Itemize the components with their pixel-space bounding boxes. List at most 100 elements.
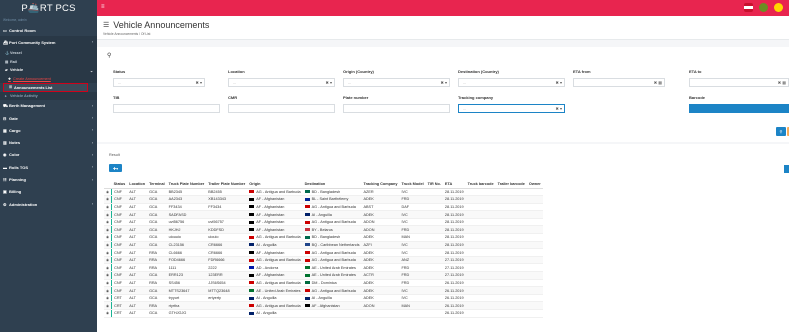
clear-icon[interactable]: ✖ ▾ — [556, 80, 562, 85]
user-icon[interactable] — [774, 3, 783, 12]
column-header[interactable]: TIR No. — [425, 180, 443, 189]
eye-icon[interactable]: ◉ — [106, 197, 109, 201]
sidebar-item-vehicle-activity[interactable]: ▸ Vehicle Activity — [0, 91, 97, 100]
column-header[interactable]: Location — [127, 180, 148, 189]
column-header[interactable]: Trailer barcode — [495, 180, 527, 189]
column-header[interactable]: ETA — [442, 180, 466, 189]
table-row[interactable]: ◉ CNF ALT RRA FOD4666 FDR6666 AG - Antigua and… — [104, 256, 543, 265]
sidebar-item-notes[interactable]: ▥ Notes ‹ — [0, 137, 97, 149]
view-cell[interactable]: ◉ — [104, 279, 112, 288]
eye-icon[interactable]: ◉ — [106, 220, 109, 224]
column-header[interactable]: Terminal — [147, 180, 167, 189]
sidebar-item-color[interactable]: ◉ Color ‹ — [0, 149, 97, 161]
column-header[interactable]: Origin — [247, 180, 303, 189]
eye-icon[interactable]: ◉ — [106, 311, 109, 315]
table-row[interactable]: ◉ CNF ALT GCA CL23156 CR6666 AI - Anguilla BQ -… — [104, 241, 543, 250]
status-select[interactable]: ... ✖ ▾ — [113, 78, 205, 87]
barcode-input[interactable] — [689, 104, 789, 113]
view-cell[interactable]: ◉ — [104, 286, 112, 295]
eye-icon[interactable]: ◉ — [106, 251, 109, 255]
clear-icon[interactable]: ✖ ▾ — [556, 106, 562, 111]
eye-icon[interactable]: ◉ — [106, 281, 109, 285]
sidebar-item-create-announcement[interactable]: ✚ Create Announcement — [0, 74, 97, 83]
table-row[interactable]: ◉ CNF ALT RRA SS456 JJS6S654 AG - Antigua and … — [104, 279, 543, 288]
view-cell[interactable]: ◉ — [104, 271, 112, 280]
sidebar-item-administration[interactable]: ⚙ Administration ‹ — [0, 198, 97, 210]
table-row[interactable]: ◉ CRT ALT GCA tryyurt ertyerty AI - Anguilla AI… — [104, 294, 543, 303]
tib-input[interactable] — [113, 104, 220, 113]
eye-icon[interactable]: ◉ — [106, 258, 109, 262]
location-select[interactable]: ... ✖ ▾ — [228, 78, 335, 87]
tracking-company-select[interactable]: ... ✖ ▾ — [458, 104, 565, 113]
sidebar-item-port-community-system[interactable]: ⛴ Port Community System ‹ — [0, 36, 97, 49]
view-cell[interactable]: ◉ — [104, 218, 112, 227]
origin-select[interactable]: ... ✖ ▾ — [343, 78, 450, 87]
column-header[interactable]: Truck Plate Number — [166, 180, 207, 189]
add-button[interactable]: ✚▾ — [109, 164, 122, 172]
sidebar-item-billing[interactable]: ▣ Billing — [0, 186, 97, 198]
eye-icon[interactable]: ◉ — [106, 273, 109, 277]
plate-number-input[interactable] — [343, 104, 450, 113]
eye-icon[interactable]: ◉ — [106, 228, 109, 232]
table-row[interactable]: ◉ CRT ALT RRA rtyrtha AG - Antigua and Barbud… — [104, 301, 543, 310]
sidebar-item-cargo[interactable]: ▦ Cargo ‹ — [0, 124, 97, 136]
column-header[interactable]: Destination — [302, 180, 362, 189]
eye-icon[interactable]: ◉ — [106, 296, 109, 300]
column-header[interactable]: Truck Model — [399, 180, 426, 189]
table-row[interactable]: ◉ CNF ALT RRA CL6666 CR6666 AF - Afghanistan AG… — [104, 248, 543, 257]
view-cell[interactable]: ◉ — [104, 263, 112, 273]
sidebar-item-planning[interactable]: ☷ Planning ‹ — [0, 173, 97, 185]
view-cell[interactable]: ◉ — [104, 225, 112, 235]
eye-icon[interactable]: ◉ — [106, 289, 109, 293]
view-cell[interactable]: ◉ — [104, 248, 112, 257]
destination-select[interactable]: ... ✖ ▾ — [458, 78, 565, 87]
table-row[interactable]: ◉ CNF ALT GCA SADFASD AF - Afghanistan AI - An… — [104, 210, 543, 219]
view-cell[interactable]: ◉ — [104, 256, 112, 265]
column-header[interactable] — [104, 180, 112, 189]
view-cell[interactable]: ◉ — [104, 241, 112, 250]
table-row[interactable]: ◉ CNF ALT GCA uvt56756 uvt56757 AF - Afghanist… — [104, 218, 543, 227]
table-row[interactable]: ◉ CNF ALT GCA FF3434 FF3434 AF - Afghanistan AG… — [104, 203, 543, 212]
calendar-icon[interactable]: ✖ ▦ — [778, 80, 786, 85]
search-button[interactable]: ⚲ — [776, 127, 786, 136]
table-row[interactable]: ◉ CNF ALT GCA MTTS23647 MTTQ23648 AE - United … — [104, 286, 543, 295]
table-row[interactable]: ◉ CNF ALT GCA AA2343 XB143343 AF - Afghanistan… — [104, 195, 543, 204]
eta-to-input[interactable]: ✖ ▦ — [689, 78, 789, 87]
eye-icon[interactable]: ◉ — [106, 243, 109, 247]
eye-icon[interactable]: ◉ — [106, 235, 109, 239]
eye-icon[interactable]: ◉ — [106, 304, 109, 308]
eye-icon[interactable]: ◉ — [106, 190, 109, 194]
view-cell[interactable]: ◉ — [104, 188, 112, 197]
sidebar-item-gate[interactable]: ⊟ Gate ‹ — [0, 112, 97, 124]
table-row[interactable]: ◉ CNF ALT GCA uiouuio uiouio AG - Antigua and … — [104, 233, 543, 242]
column-header[interactable]: Trailer Plate Number — [206, 180, 248, 189]
cmr-input[interactable] — [228, 104, 335, 113]
sidebar-item-control-room[interactable]: ▭ Control Room — [0, 24, 97, 36]
column-header[interactable]: Status — [111, 180, 128, 189]
eye-icon[interactable]: ◉ — [106, 266, 109, 270]
view-cell[interactable]: ◉ — [104, 195, 112, 204]
sidebar-item-rolls-tos[interactable]: ▬ Rolls TOS ‹ — [0, 161, 97, 173]
table-row[interactable]: ◉ CNF ALT RRA 1111 2222 AD - Andorra AE - Unite… — [104, 263, 543, 273]
view-cell[interactable]: ◉ — [104, 233, 112, 242]
table-row[interactable]: ◉ CRT ALT GCA GTHJGJG AI - Anguilla 26.11.2019 — [104, 309, 543, 318]
sidebar-item-vehicle[interactable]: ▰ Vehicle ⌄ — [0, 65, 97, 75]
view-cell[interactable]: ◉ — [104, 309, 112, 318]
clear-icon[interactable]: ✖ ▾ — [441, 80, 447, 85]
column-header[interactable]: Truck barcode — [465, 180, 496, 189]
column-header[interactable]: Tracking Company — [361, 180, 400, 189]
sidebar-item-berth-management[interactable]: ⛟ Berth Management ‹ — [0, 100, 97, 112]
eye-icon[interactable]: ◉ — [106, 205, 109, 209]
column-header[interactable]: Owner — [526, 180, 543, 189]
eye-icon[interactable]: ◉ — [106, 213, 109, 217]
view-cell[interactable]: ◉ — [104, 294, 112, 303]
export-button[interactable] — [784, 165, 789, 173]
sidebar-item-announcements-list[interactable]: ☰ Announcements List — [3, 82, 88, 92]
calendar-icon[interactable]: ✖ ▦ — [654, 80, 662, 85]
hamburger-menu-icon[interactable]: ≡ — [101, 4, 105, 10]
view-cell[interactable]: ◉ — [104, 203, 112, 212]
flag-icon[interactable] — [744, 3, 753, 12]
view-cell[interactable]: ◉ — [104, 301, 112, 310]
table-row[interactable]: ◉ CNF ALT GCA BB2345 BB2455 AG - Antigua and B… — [104, 188, 543, 197]
table-row[interactable]: ◉ CNF ALT GCA ERR123 123ERR AF - Afghanistan AE… — [104, 271, 543, 280]
